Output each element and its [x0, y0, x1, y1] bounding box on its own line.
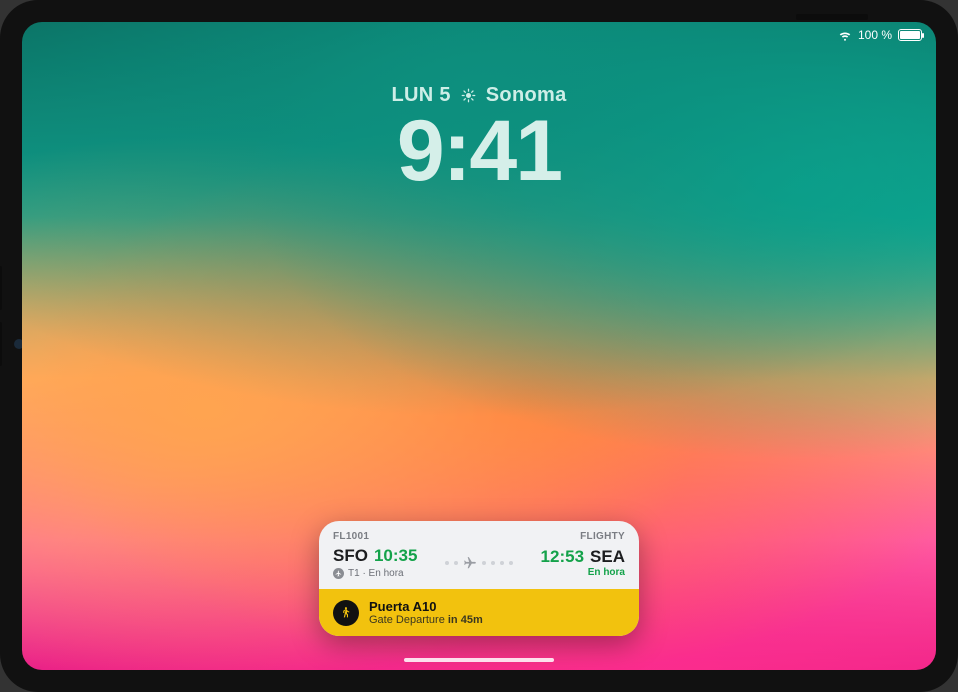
destination-segment: 12:53 SEA En hora	[541, 547, 625, 578]
live-activity-gate[interactable]: Puerta A10 Gate Departure in 45m	[319, 589, 639, 636]
home-indicator[interactable]	[404, 658, 554, 662]
power-button	[796, 14, 868, 20]
origin-time: 10:35	[374, 546, 417, 566]
volume-down-button	[0, 322, 2, 366]
live-activity-card[interactable]: FL1001 FLIGHTY SFO 10:35 T1 · En	[319, 521, 639, 636]
origin-segment: SFO 10:35 T1 · En hora	[333, 546, 417, 579]
destination-status: En hora	[588, 567, 625, 578]
walk-icon	[333, 600, 359, 626]
lock-screen[interactable]: 100 % LUN 5 Sonoma 9:41 FL10	[22, 22, 936, 670]
plane-icon	[463, 556, 477, 570]
flight-number: FL1001	[333, 531, 369, 542]
lock-screen-time: 9:41	[22, 102, 936, 201]
app-name: FLIGHTY	[580, 531, 625, 542]
weather-sun-icon	[461, 88, 476, 103]
wifi-icon	[838, 28, 852, 42]
origin-code: SFO	[333, 546, 368, 566]
battery-percent: 100 %	[858, 28, 892, 42]
gate-subtitle: Gate Departure in 45m	[369, 614, 483, 626]
origin-status: T1 · En hora	[348, 568, 404, 579]
terminal-icon	[333, 568, 344, 579]
live-activity-main[interactable]: FL1001 FLIGHTY SFO 10:35 T1 · En	[319, 521, 639, 589]
volume-up-button	[0, 266, 2, 310]
destination-time: 12:53	[541, 547, 584, 567]
flight-path	[425, 556, 532, 570]
gate-title: Puerta A10	[369, 599, 483, 614]
status-bar: 100 %	[838, 28, 922, 42]
destination-code: SEA	[590, 547, 625, 567]
ipad-device: 100 % LUN 5 Sonoma 9:41 FL10	[0, 0, 958, 692]
battery-icon	[898, 29, 922, 41]
